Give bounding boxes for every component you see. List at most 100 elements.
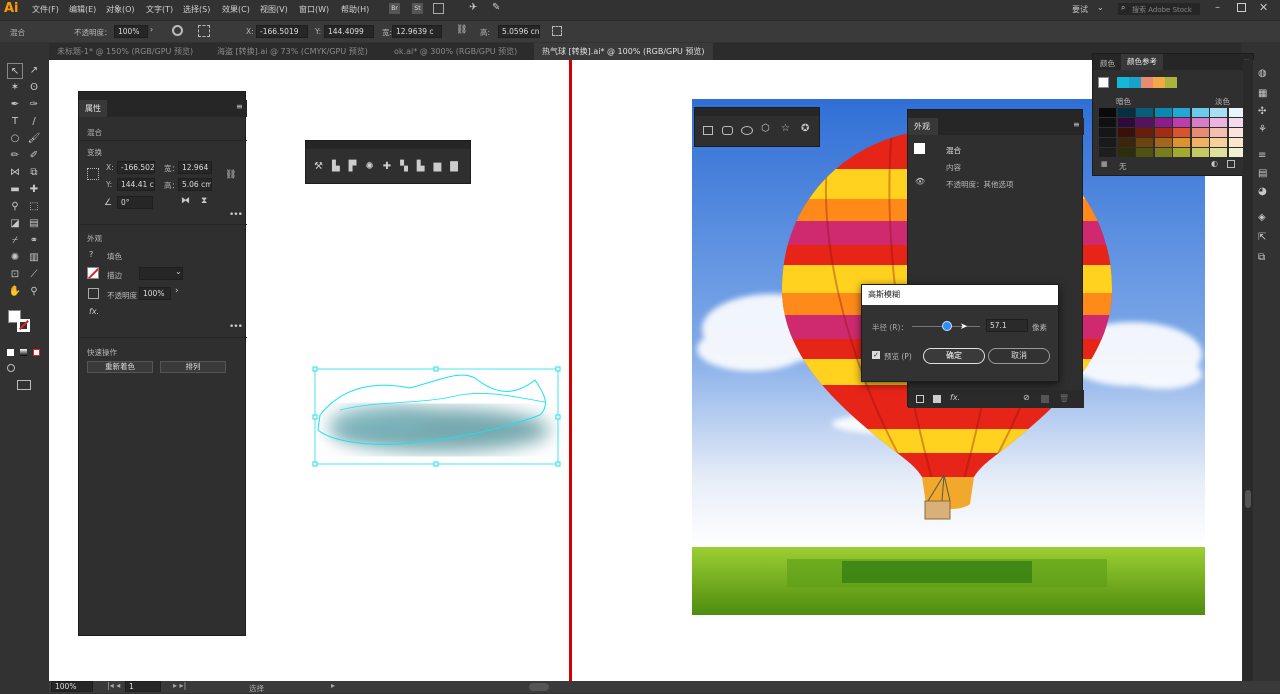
vertical-scrollbar[interactable]	[1243, 60, 1253, 681]
tab-ok[interactable]: ok.ai* @ 300% (RGB/GPU 预览)	[386, 43, 525, 60]
more-appearance-icon[interactable]: •••	[229, 322, 243, 332]
ellipse-tool-icon[interactable]: ○	[7, 131, 23, 147]
chevron-down-icon[interactable]: ⌄	[175, 267, 182, 276]
gradient-panel-icon[interactable]: ▤	[1258, 168, 1267, 179]
menu-select[interactable]: 选择(S)	[183, 4, 210, 15]
minimize-icon[interactable]: –	[1215, 2, 1220, 13]
color-guide-swatch[interactable]	[1117, 128, 1135, 137]
color-guide-swatch[interactable]	[1191, 138, 1209, 147]
tab-appearance[interactable]: 外观	[908, 118, 938, 135]
rounded-rectangle-icon[interactable]	[722, 126, 733, 135]
menu-window[interactable]: 窗口(W)	[299, 4, 329, 15]
recolor-icon[interactable]	[172, 25, 183, 36]
add-effect-icon[interactable]: fx.	[950, 393, 960, 402]
trash-icon[interactable]: 🗑	[1059, 394, 1069, 403]
magic-wand-tool-icon[interactable]: ✶	[7, 80, 23, 96]
color-guide-swatch[interactable]	[1191, 108, 1209, 117]
flip-horizontal-icon[interactable]: ⧓	[181, 196, 190, 206]
menu-view[interactable]: 视图(V)	[260, 4, 288, 15]
color-guide-swatch[interactable]	[1191, 118, 1209, 127]
color-guide-swatch[interactable]	[1099, 118, 1116, 127]
blurred-cloud-object[interactable]	[300, 360, 570, 480]
reference-point-icon[interactable]	[87, 168, 99, 180]
stroke-swatch[interactable]	[17, 319, 30, 332]
swatches-icon[interactable]: ▦	[1258, 88, 1267, 99]
chevron-right-icon[interactable]: ›	[150, 25, 153, 34]
appearance-row-opacity[interactable]: 不透明度：其他选项	[946, 179, 1014, 190]
star-icon[interactable]: ☆	[781, 123, 790, 134]
color-guide-swatch[interactable]	[1154, 108, 1172, 117]
eye-icon[interactable]: 👁	[915, 177, 925, 186]
curvature-tool-icon[interactable]: ✑	[26, 97, 42, 113]
menu-edit[interactable]: 编辑(E)	[69, 4, 96, 15]
harmony-swatch[interactable]	[1117, 77, 1129, 88]
color-guide-swatch[interactable]	[1099, 138, 1116, 147]
graph-tool-icon[interactable]: ▥	[26, 250, 42, 266]
appearance-row-contents[interactable]: 内容	[946, 162, 961, 173]
cc-libraries-icon[interactable]: ◍	[1258, 68, 1267, 79]
add-fill-icon[interactable]	[933, 395, 941, 403]
color-mode-icon[interactable]	[7, 349, 14, 356]
close-icon[interactable]: ✕	[1259, 1, 1268, 14]
eyedropper-tool-icon[interactable]: ⌿	[7, 233, 23, 249]
color-guide-swatch[interactable]	[1154, 128, 1172, 137]
color-guide-swatch[interactable]	[1099, 108, 1116, 117]
align-tools-icon[interactable]: ⚒▙▛✺✚▚▙▆▇	[314, 161, 467, 172]
color-guide-swatch[interactable]	[1099, 148, 1116, 157]
tab-color[interactable]: 颜色	[1100, 58, 1115, 69]
more-options-icon[interactable]: •••	[229, 210, 243, 220]
menu-object[interactable]: 对象(O)	[106, 4, 135, 15]
prop-x-field[interactable]: -166.502	[117, 161, 155, 174]
color-guide-swatch[interactable]	[1210, 138, 1227, 147]
flip-vertical-icon[interactable]: ⧗	[201, 196, 207, 206]
ellipse-icon[interactable]	[741, 126, 753, 135]
prev-artboard-icon[interactable]: |◂ ◂	[107, 681, 120, 690]
harmony-swatches[interactable]	[1117, 77, 1207, 88]
direct-selection-tool-icon[interactable]: ↗	[26, 63, 42, 79]
fx-button[interactable]: fx.	[89, 307, 99, 316]
scale-tool-icon[interactable]: ⧉	[26, 165, 42, 181]
paintbrush-tool-icon[interactable]: 🖌	[26, 131, 42, 147]
workspace-switcher[interactable]: 要试	[1072, 4, 1088, 15]
zoom-field[interactable]: 100%	[51, 681, 93, 692]
layers-icon[interactable]: ◈	[1258, 212, 1266, 223]
width-tool-icon[interactable]: ⚲	[7, 199, 23, 215]
arrange-button[interactable]: 排列	[160, 361, 226, 373]
draw-normal-icon[interactable]	[7, 364, 15, 372]
prop-y-field[interactable]: 144.41 c	[117, 178, 155, 191]
send-icon[interactable]: ✈	[469, 2, 477, 13]
transparency-panel-icon[interactable]: ◕	[1258, 186, 1267, 197]
artboards-icon[interactable]: ⧉	[1258, 252, 1265, 263]
color-guide-swatch[interactable]	[1117, 118, 1135, 127]
panel-menu-icon[interactable]: ≡	[236, 102, 243, 111]
gradient-mode-icon[interactable]	[20, 349, 27, 356]
color-guide-swatch[interactable]	[1173, 148, 1190, 157]
color-guide-swatch[interactable]	[1117, 108, 1135, 117]
shaper-tool-icon[interactable]: ✐	[26, 148, 42, 164]
maximize-icon[interactable]	[1237, 3, 1246, 12]
pen-tool-icon[interactable]: ✒	[7, 97, 23, 113]
free-transform-tool-icon[interactable]: ⬚	[26, 199, 42, 215]
x-field[interactable]: -166.5019	[256, 25, 308, 38]
horizontal-scroll-thumb[interactable]	[529, 683, 549, 691]
line-tool-icon[interactable]: /	[26, 114, 42, 130]
color-guide-swatch[interactable]	[1191, 148, 1209, 157]
color-guide-swatch[interactable]	[1136, 128, 1153, 137]
stock-search[interactable]: ⌕ 搜索 Adobe Stock	[1118, 3, 1200, 15]
radius-slider-thumb[interactable]	[942, 321, 953, 331]
tab-pirate[interactable]: 海盗 [转换].ai @ 73% (CMYK/GPU 预览)	[209, 43, 376, 60]
clear-appearance-icon[interactable]: ⊘	[1023, 393, 1030, 402]
tab-balloon[interactable]: 热气球 [转换].ai* @ 100% (RGB/GPU 预览)	[534, 43, 713, 60]
color-guide-grid[interactable]	[1099, 108, 1249, 158]
angle-field[interactable]: 0°	[117, 196, 153, 209]
color-guide-swatch[interactable]	[1210, 148, 1227, 157]
cancel-button[interactable]: 取消	[988, 348, 1050, 364]
hand-tool-icon[interactable]: ✋	[7, 284, 23, 300]
tab-untitled[interactable]: 未标题-1* @ 150% (RGB/GPU 预览)	[49, 43, 201, 60]
radius-field[interactable]: 57.1	[986, 319, 1028, 332]
color-guide-swatch[interactable]	[1099, 128, 1116, 137]
edit-colors-icon[interactable]: ◐	[1211, 159, 1218, 168]
status-menu-icon[interactable]: ▸	[331, 681, 335, 690]
constrain-proportions-icon[interactable]: ⛓	[225, 170, 236, 180]
opacity-field[interactable]: 100%	[114, 25, 148, 38]
